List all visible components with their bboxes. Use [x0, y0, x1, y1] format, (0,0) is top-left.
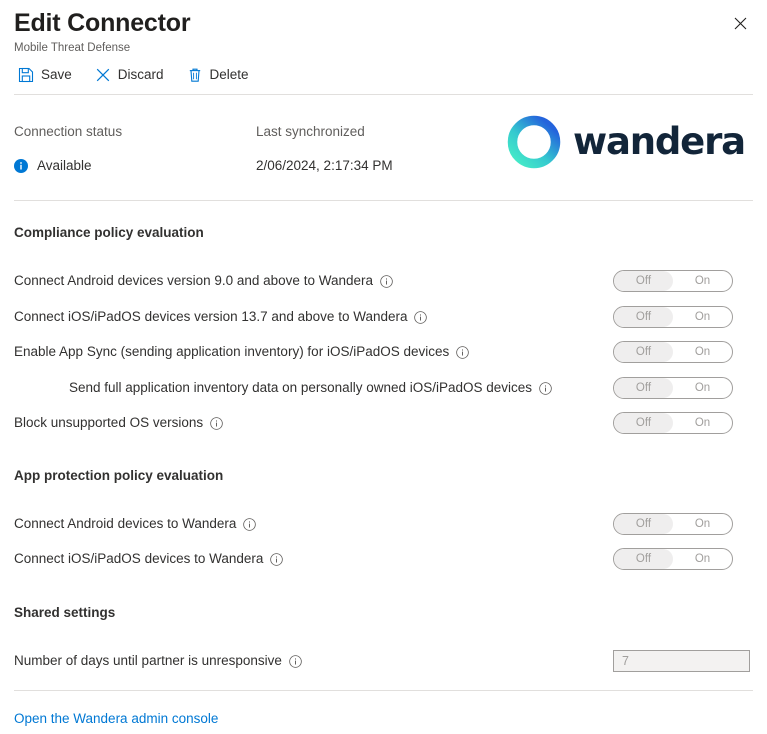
- delete-button-label: Delete: [209, 67, 249, 82]
- toggle-block-unsupported-os[interactable]: Off On: [613, 412, 733, 434]
- toggle-on-label: On: [694, 553, 711, 565]
- days-until-unresponsive-input[interactable]: [613, 650, 750, 672]
- setting-label: Connect Android devices version 9.0 and …: [14, 273, 373, 288]
- connection-status-value-row: Available: [14, 157, 122, 175]
- toolbar-divider: [14, 94, 753, 95]
- discard-icon: [96, 68, 110, 82]
- toggle-on-label: On: [694, 382, 711, 394]
- connection-status-label: Connection status: [14, 124, 123, 139]
- setting-label: Block unsupported OS versions: [14, 415, 204, 430]
- info-outline-icon[interactable]: [289, 654, 302, 668]
- delete-button[interactable]: Delete: [183, 62, 259, 88]
- setting-label: Connect Android devices to Wandera: [14, 516, 237, 531]
- section-title-app-protection: App protection policy evaluation: [14, 468, 224, 483]
- toggle-off-label: Off: [614, 413, 673, 433]
- setting-label: Enable App Sync (sending application inv…: [14, 344, 450, 359]
- info-filled-icon: [14, 159, 28, 173]
- command-bar: Save Discard Delete: [14, 62, 268, 88]
- status-divider: [14, 200, 753, 201]
- discard-button[interactable]: Discard: [91, 62, 174, 88]
- info-outline-icon[interactable]: [414, 310, 428, 324]
- toggle-off-label: Off: [614, 342, 673, 362]
- last-synchronized-label: Last synchronized: [256, 124, 365, 139]
- footer-divider: [14, 690, 753, 691]
- toggle-off-label: Off: [614, 307, 673, 327]
- connection-status-value: Available: [37, 158, 92, 173]
- section-title-compliance: Compliance policy evaluation: [14, 225, 204, 240]
- last-synchronized-block: Last synchronized 2/06/2024, 2:17:34 PM: [256, 123, 393, 175]
- info-outline-icon[interactable]: [380, 274, 393, 288]
- toggle-on-label: On: [694, 311, 711, 323]
- panel-header: Edit Connector Mobile Threat Defense: [14, 8, 754, 56]
- info-outline-icon[interactable]: [243, 517, 257, 531]
- toggle-connect-android-appprot[interactable]: Off On: [613, 513, 733, 535]
- info-outline-icon[interactable]: [539, 381, 552, 395]
- setting-label: Number of days until partner is unrespon…: [14, 653, 282, 668]
- wandera-wordmark: wandera: [573, 120, 746, 163]
- setting-label: Connect iOS/iPadOS devices version 13.7 …: [14, 309, 408, 324]
- toggle-off-label: Off: [614, 271, 673, 291]
- page-title: Edit Connector: [14, 9, 191, 37]
- save-button[interactable]: Save: [14, 62, 82, 88]
- toggle-connect-android-compliance[interactable]: Off On: [613, 270, 733, 292]
- close-icon: [734, 17, 746, 29]
- last-synchronized-value-row: 2/06/2024, 2:17:34 PM: [256, 157, 393, 175]
- toggle-on-label: On: [694, 518, 711, 530]
- toggle-on-label: On: [694, 275, 711, 287]
- info-outline-icon[interactable]: [456, 345, 470, 359]
- save-icon: [18, 67, 34, 83]
- wandera-ring-icon: [507, 115, 561, 169]
- setting-label: Connect iOS/iPadOS devices to Wandera: [14, 551, 264, 566]
- section-title-shared-settings: Shared settings: [14, 605, 116, 620]
- last-synchronized-value: 2/06/2024, 2:17:34 PM: [256, 158, 393, 173]
- toggle-on-label: On: [694, 417, 711, 429]
- info-outline-icon[interactable]: [210, 416, 223, 430]
- info-outline-icon[interactable]: [270, 552, 284, 566]
- toggle-off-label: Off: [614, 378, 673, 398]
- discard-button-label: Discard: [117, 67, 164, 82]
- page-subtitle: Mobile Threat Defense: [14, 42, 131, 54]
- toggle-connect-ios-compliance[interactable]: Off On: [613, 306, 733, 328]
- toggle-off-label: Off: [614, 549, 673, 569]
- toggle-enable-app-sync[interactable]: Off On: [613, 341, 733, 363]
- delete-icon: [189, 68, 200, 82]
- toggle-connect-ios-appprot[interactable]: Off On: [613, 548, 733, 570]
- toggle-off-label: Off: [614, 514, 673, 534]
- toggle-send-full-inventory[interactable]: Off On: [613, 377, 733, 399]
- edit-connector-panel: Edit Connector Mobile Threat Defense Sav…: [0, 0, 767, 734]
- connection-status-block: Connection status Available: [14, 123, 122, 175]
- toggle-on-label: On: [694, 346, 711, 358]
- save-button-label: Save: [41, 67, 72, 82]
- open-wandera-admin-console-link[interactable]: Open the Wandera admin console: [14, 710, 218, 728]
- close-button[interactable]: [725, 8, 755, 38]
- wandera-logo: wandera: [506, 114, 746, 170]
- setting-label: Send full application inventory data on …: [69, 380, 533, 395]
